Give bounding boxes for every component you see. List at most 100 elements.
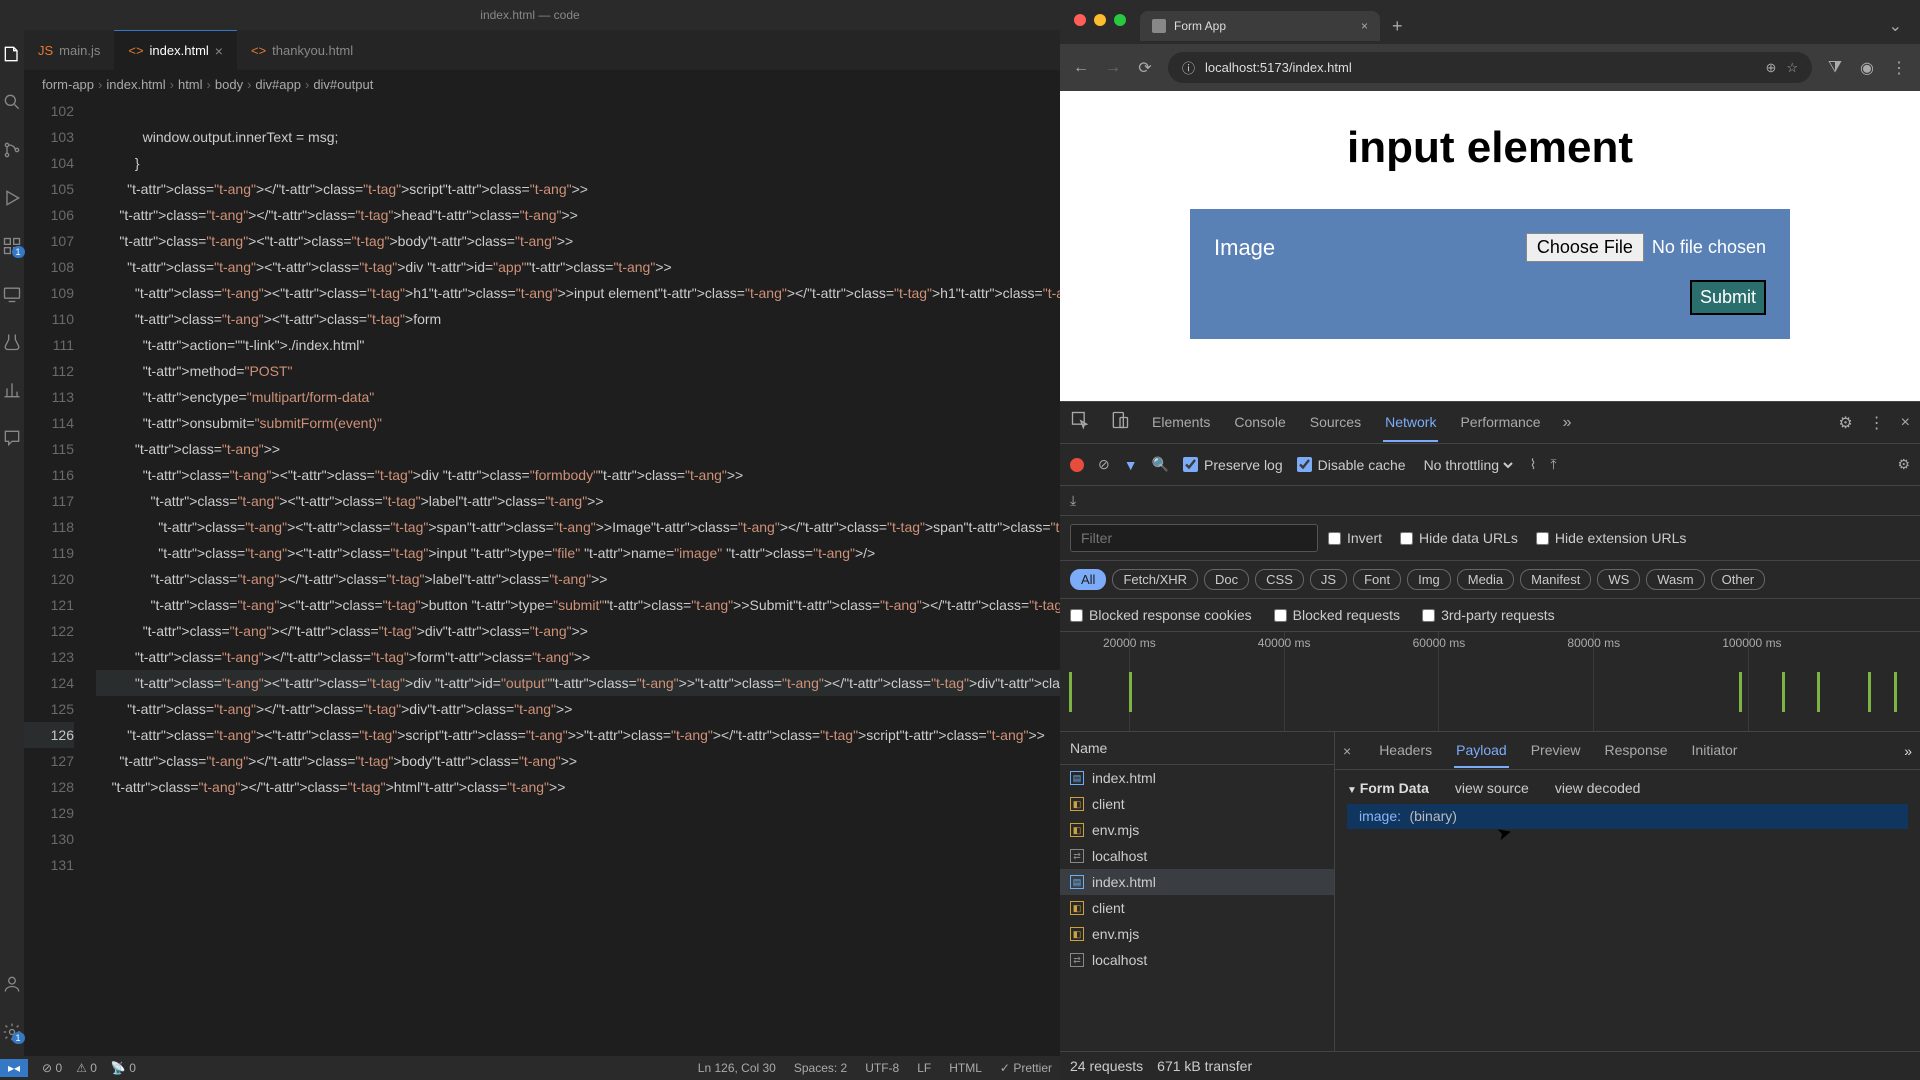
- debug-icon[interactable]: [0, 186, 24, 210]
- close-tab-icon[interactable]: ×: [215, 43, 223, 59]
- devtools-tab-performance[interactable]: Performance: [1458, 404, 1542, 442]
- errors-count[interactable]: ⊘ 0: [42, 1061, 62, 1075]
- extensions-icon[interactable]: 1: [0, 234, 24, 258]
- inspect-icon[interactable]: [1070, 410, 1090, 435]
- menu-icon[interactable]: ⋮: [1890, 58, 1908, 78]
- profile-icon[interactable]: ◉: [1858, 58, 1876, 78]
- filter-chip-js[interactable]: JS: [1310, 569, 1347, 590]
- search-icon[interactable]: 🔍: [1152, 456, 1169, 473]
- throttling-select[interactable]: No throttling: [1420, 456, 1516, 474]
- view-source-link[interactable]: view source: [1455, 780, 1529, 796]
- devtools-tab-sources[interactable]: Sources: [1308, 404, 1363, 442]
- eol-info[interactable]: LF: [917, 1061, 931, 1075]
- detail-tab-initiator[interactable]: Initiator: [1690, 734, 1740, 768]
- request-row[interactable]: ▤index.html: [1060, 765, 1334, 791]
- cursor-pos[interactable]: Ln 126, Col 30: [698, 1061, 776, 1075]
- blocked-requests-checkbox[interactable]: Blocked requests: [1274, 607, 1400, 623]
- request-row[interactable]: ▤index.html: [1060, 869, 1334, 895]
- download-icon[interactable]: ⤓: [1070, 492, 1076, 508]
- filter-chip-wasm[interactable]: Wasm: [1646, 569, 1704, 590]
- filter-chip-media[interactable]: Media: [1457, 569, 1514, 590]
- disable-cache-checkbox[interactable]: Disable cache: [1297, 457, 1406, 473]
- forward-icon[interactable]: →: [1104, 59, 1122, 77]
- request-row[interactable]: ◧env.mjs: [1060, 921, 1334, 947]
- back-icon[interactable]: ←: [1072, 59, 1090, 77]
- preserve-log-checkbox[interactable]: Preserve log: [1183, 457, 1283, 473]
- remote-indicator[interactable]: ▸◂: [0, 1059, 28, 1077]
- request-row[interactable]: ⇄localhost: [1060, 947, 1334, 973]
- close-tab-icon[interactable]: ×: [1361, 19, 1368, 33]
- warnings-count[interactable]: ⚠ 0: [76, 1061, 97, 1075]
- request-row[interactable]: ◧client: [1060, 895, 1334, 921]
- bookmark-icon[interactable]: ☆: [1786, 60, 1798, 76]
- detail-tab-preview[interactable]: Preview: [1529, 734, 1583, 768]
- form-data-row[interactable]: image: (binary): [1347, 804, 1908, 829]
- minimize-window-icon[interactable]: [1094, 14, 1106, 26]
- choose-file-button[interactable]: Choose File: [1526, 233, 1644, 262]
- invert-checkbox[interactable]: Invert: [1328, 530, 1382, 546]
- devtools-tab-elements[interactable]: Elements: [1150, 404, 1212, 442]
- remote-explorer-icon[interactable]: [0, 282, 24, 306]
- devtools-settings-icon[interactable]: ⚙: [1838, 413, 1852, 433]
- files-icon[interactable]: [0, 42, 24, 66]
- filter-chip-fetch-xhr[interactable]: Fetch/XHR: [1112, 569, 1198, 590]
- network-timeline[interactable]: 20000 ms40000 ms60000 ms80000 ms100000 m…: [1060, 632, 1920, 732]
- site-info-icon[interactable]: ⓘ: [1182, 58, 1195, 77]
- request-row[interactable]: ◧env.mjs: [1060, 817, 1334, 843]
- devtools-tab-network[interactable]: Network: [1383, 404, 1438, 442]
- breadcrumb-item[interactable]: form-app: [42, 77, 94, 92]
- settings-icon[interactable]: 1: [0, 1020, 24, 1044]
- editor-tab[interactable]: <>index.html×: [114, 30, 237, 70]
- search-icon[interactable]: [0, 90, 24, 114]
- new-tab-icon[interactable]: +: [1392, 16, 1403, 37]
- zoom-icon[interactable]: ⊕: [1765, 60, 1776, 76]
- more-panels-icon[interactable]: »: [1563, 414, 1572, 432]
- indent-info[interactable]: Spaces: 2: [794, 1061, 847, 1075]
- filter-chip-css[interactable]: CSS: [1255, 569, 1304, 590]
- testing-icon[interactable]: [0, 330, 24, 354]
- encoding-info[interactable]: UTF-8: [865, 1061, 899, 1075]
- devtools-menu-icon[interactable]: ⋮: [1869, 413, 1885, 433]
- network-settings-icon[interactable]: ⚙: [1897, 456, 1910, 473]
- reload-icon[interactable]: ⟳: [1136, 58, 1154, 78]
- 3rd-party-requests-checkbox[interactable]: 3rd-party requests: [1422, 607, 1555, 623]
- device-icon[interactable]: [1110, 410, 1130, 435]
- editor-tab[interactable]: <>thankyou.html: [237, 30, 367, 70]
- tab-dropdown-icon[interactable]: ⌄: [1889, 16, 1902, 36]
- port-count[interactable]: 📡 0: [111, 1061, 136, 1075]
- filter-chip-doc[interactable]: Doc: [1204, 569, 1249, 590]
- filter-chip-ws[interactable]: WS: [1597, 569, 1640, 590]
- breadcrumb-item[interactable]: body: [215, 77, 243, 92]
- detail-tab-headers[interactable]: Headers: [1377, 734, 1434, 768]
- filter-input[interactable]: [1070, 524, 1318, 552]
- prettier-status[interactable]: ✓ Prettier: [1000, 1061, 1052, 1075]
- breadcrumb-item[interactable]: div#app: [255, 77, 301, 92]
- devtools-close-icon[interactable]: ×: [1901, 414, 1910, 432]
- submit-button[interactable]: Submit: [1690, 280, 1766, 315]
- breadcrumb-item[interactable]: index.html: [106, 77, 165, 92]
- detail-tab-response[interactable]: Response: [1603, 734, 1670, 768]
- filter-chip-all[interactable]: All: [1070, 569, 1106, 590]
- hide-data-urls-checkbox[interactable]: Hide data URLs: [1400, 530, 1518, 546]
- filter-chip-manifest[interactable]: Manifest: [1520, 569, 1591, 590]
- maximize-window-icon[interactable]: [1114, 14, 1126, 26]
- editor-tab[interactable]: JSmain.js: [24, 30, 114, 70]
- more-detail-tabs-icon[interactable]: »: [1904, 743, 1912, 759]
- extensions-icon[interactable]: ⧩: [1826, 59, 1844, 77]
- filter-chip-font[interactable]: Font: [1353, 569, 1401, 590]
- devtools-tab-console[interactable]: Console: [1232, 404, 1287, 442]
- account-icon[interactable]: [0, 972, 24, 996]
- close-window-icon[interactable]: [1074, 14, 1086, 26]
- detail-tab-payload[interactable]: Payload: [1454, 734, 1509, 768]
- filter-icon[interactable]: ▼: [1124, 457, 1138, 473]
- clear-icon[interactable]: ⊘: [1098, 456, 1110, 473]
- request-row[interactable]: ⇄localhost: [1060, 843, 1334, 869]
- lang-mode[interactable]: HTML: [949, 1061, 982, 1075]
- import-icon[interactable]: ⤒: [1550, 456, 1556, 473]
- filter-chip-other[interactable]: Other: [1711, 569, 1766, 590]
- url-bar[interactable]: ⓘ localhost:5173/index.html ⊕ ☆: [1168, 52, 1812, 83]
- comment-icon[interactable]: [0, 426, 24, 450]
- close-detail-icon[interactable]: ×: [1343, 743, 1351, 759]
- breadcrumb-item[interactable]: html: [178, 77, 203, 92]
- name-column-header[interactable]: Name: [1060, 732, 1334, 765]
